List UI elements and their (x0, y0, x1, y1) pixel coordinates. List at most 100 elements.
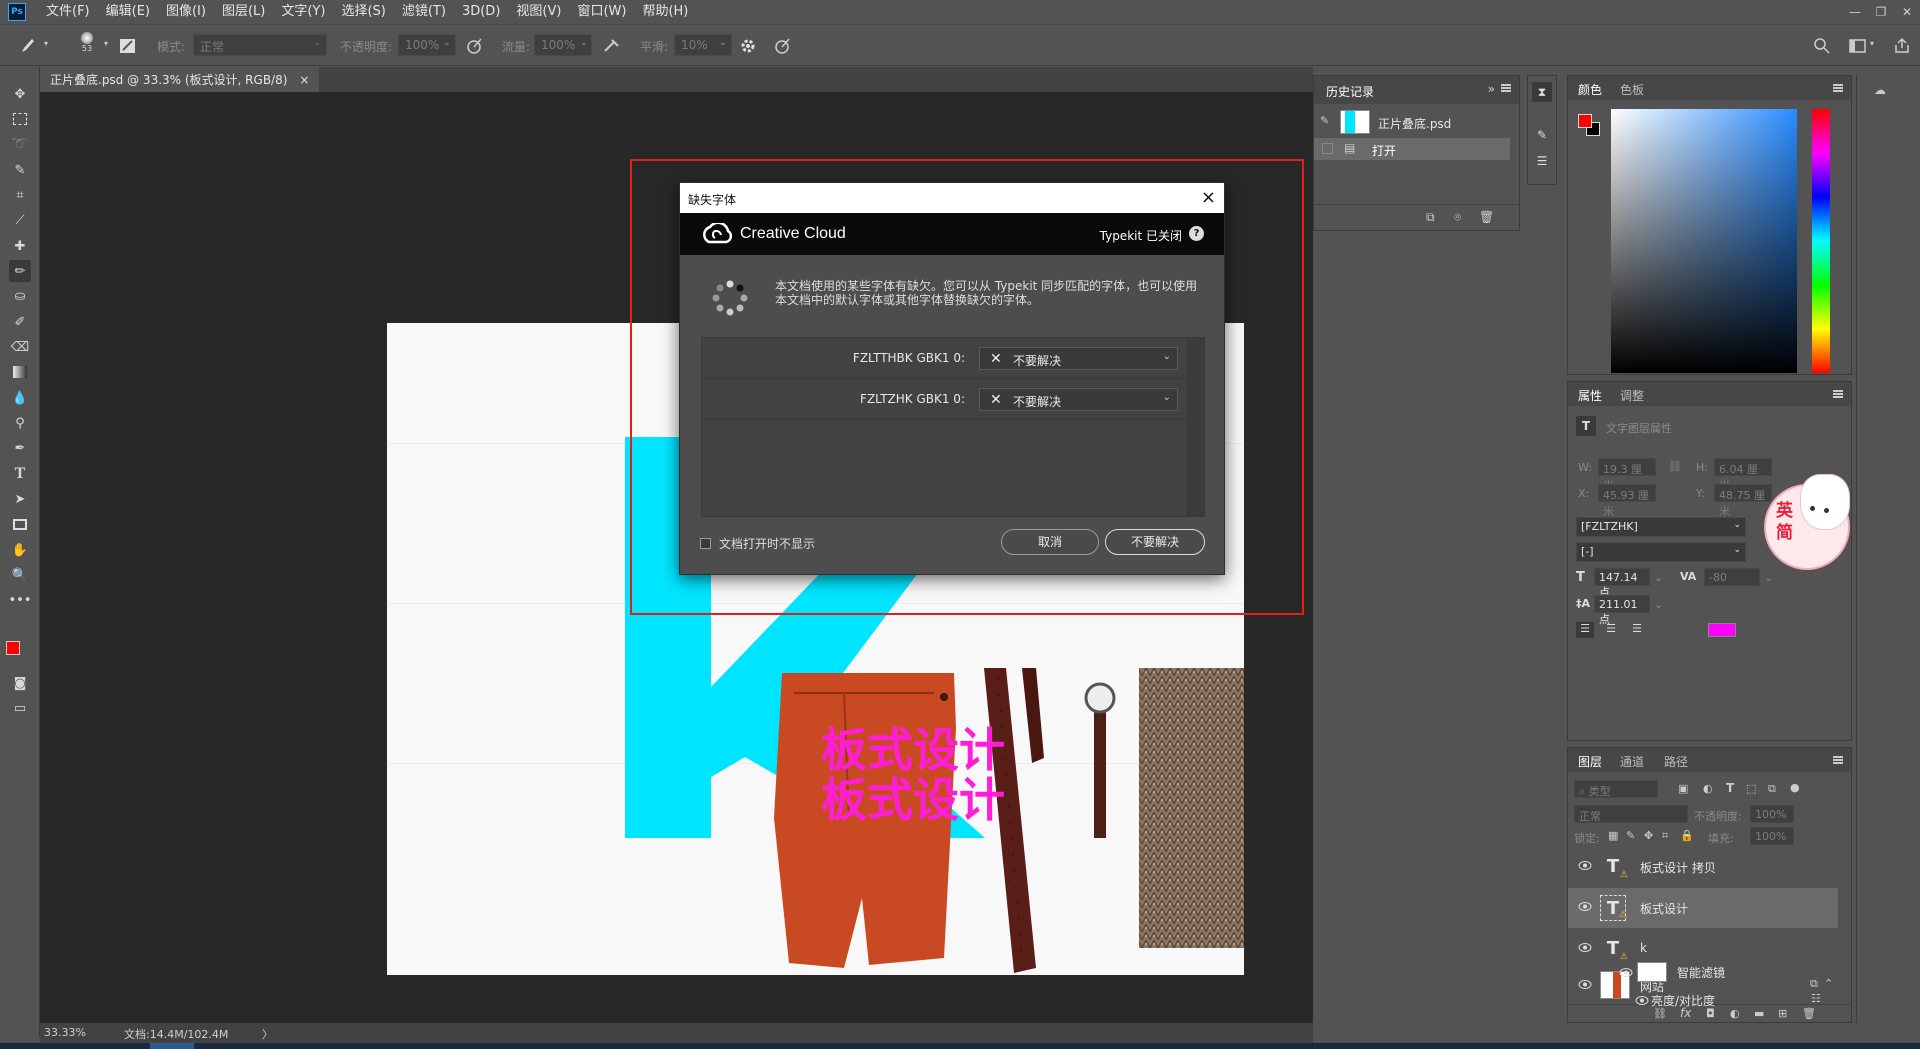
close-icon[interactable]: × (299, 73, 309, 87)
type-tool-icon[interactable]: T (9, 463, 31, 485)
font-resolve-select[interactable]: ✕ 不要解决 ⌄ (979, 388, 1178, 411)
checkbox[interactable] (1322, 143, 1333, 154)
close-icon[interactable]: ✕ (1894, 5, 1920, 19)
leading-input[interactable]: 211.01 点 (1594, 595, 1650, 626)
hue-slider[interactable] (1812, 109, 1830, 373)
camera-icon[interactable]: ⌾ (1454, 210, 1461, 225)
font-size-input[interactable]: 147.14 点 (1594, 568, 1650, 599)
more-tools-icon[interactable]: ••• (9, 589, 32, 611)
history-snapshot[interactable]: ✎ 正片叠底.psd (1314, 108, 1519, 136)
align-center-icon[interactable]: ☰ (1602, 622, 1620, 638)
menu-layer[interactable]: 图层(L) (214, 0, 273, 24)
eye-icon[interactable] (1578, 861, 1592, 870)
dont-resolve-button[interactable]: 不要解决 (1105, 529, 1205, 555)
crop-tool-icon[interactable]: ⌗ (9, 184, 31, 206)
pressure-size-icon[interactable] (773, 36, 793, 56)
airbrush-icon[interactable] (602, 36, 622, 56)
blur-tool-icon[interactable]: 💧 (9, 387, 31, 409)
pen-tool-icon[interactable]: ✒ (9, 437, 31, 459)
chevron-down-icon[interactable]: ▾ (104, 39, 108, 48)
eyedropper-tool-icon[interactable]: ⟋ (9, 209, 31, 231)
brush-preset-picker[interactable]: 53 (74, 32, 100, 58)
filter-row[interactable]: 亮度/对比度 ☷ (1567, 990, 1837, 1010)
panel-menu-icon[interactable] (1501, 84, 1511, 92)
gradient-tool-icon[interactable] (9, 361, 31, 383)
trash-icon[interactable]: 🗑 (1479, 210, 1494, 224)
smart-filter-row[interactable]: 智能滤镜 (1567, 960, 1837, 984)
eye-icon[interactable] (1578, 943, 1592, 952)
minimize-icon[interactable]: — (1842, 5, 1868, 19)
tab-history[interactable]: 历史记录 (1324, 83, 1376, 100)
tracking-input[interactable]: -80 (1704, 568, 1760, 586)
blend-mode-select[interactable]: 正常 (1574, 805, 1688, 823)
history-brush-source-icon[interactable]: ✎ (1320, 114, 1329, 127)
brush-tool-icon[interactable] (18, 36, 38, 56)
filter-toggle-icon[interactable]: ● (1790, 781, 1800, 794)
chevron-down-icon[interactable]: ⌄ (719, 38, 727, 48)
layer-row[interactable]: T ⚠ 板式设计 (1568, 888, 1838, 928)
lock-transparent-icon[interactable]: ▦ (1608, 829, 1618, 842)
link-icon[interactable]: ⛓ (1668, 460, 1682, 473)
collapse-icon[interactable]: » (1488, 82, 1495, 96)
chevron-down-icon[interactable]: ⌄ (1654, 598, 1663, 611)
move-tool-icon[interactable]: ✥ (9, 83, 31, 105)
marquee-tool-icon[interactable] (9, 108, 31, 130)
menu-help[interactable]: 帮助(H) (634, 0, 696, 24)
menu-type[interactable]: 文字(Y) (273, 0, 333, 24)
eye-icon[interactable] (1578, 902, 1592, 911)
text-color-swatch[interactable] (1708, 623, 1736, 637)
tab-adjustments[interactable]: 调整 (1620, 387, 1644, 404)
color-picker-field[interactable] (1611, 109, 1797, 373)
zoom-tool-icon[interactable]: 🔍 (9, 564, 31, 586)
history-panel-icon[interactable]: ⧗ (1532, 82, 1552, 102)
screen-mode-icon[interactable]: ▭ (9, 697, 31, 719)
document-tab[interactable]: 正片叠底.psd @ 33.3% (板式设计, RGB/8) × (40, 67, 320, 92)
panel-menu-icon[interactable] (1833, 756, 1843, 764)
dodge-tool-icon[interactable]: ⚲ (9, 412, 31, 434)
chevron-down-icon[interactable]: ▾ (1870, 39, 1874, 48)
search-icon[interactable] (1812, 36, 1832, 56)
path-select-tool-icon[interactable]: ➤ (9, 488, 31, 510)
layer-row[interactable]: T ⚠ 板式设计 拷贝 (1568, 847, 1838, 887)
zoom-level[interactable]: 33.33% (44, 1026, 86, 1039)
menu-filter[interactable]: 滤镜(T) (394, 0, 454, 24)
panel-menu-icon[interactable] (1833, 390, 1843, 398)
gear-icon[interactable] (738, 36, 758, 56)
chevron-down-icon[interactable]: ⌄ (580, 38, 588, 48)
font-style-select[interactable]: [-] ⌄ (1576, 542, 1746, 562)
lock-artboard-icon[interactable]: ⌗ (1662, 829, 1668, 843)
status-menu-arrow[interactable]: 〉 (262, 1026, 273, 1042)
foreground-color-swatch[interactable] (6, 641, 20, 655)
shape-tool-icon[interactable] (9, 513, 31, 535)
scrollbar[interactable] (1187, 338, 1204, 516)
layer-filter-select[interactable]: ⌕ 类型 (1574, 780, 1658, 798)
pressure-opacity-icon[interactable] (465, 36, 485, 56)
menu-edit[interactable]: 编辑(E) (98, 0, 158, 24)
foreground-color-swatch[interactable] (1578, 114, 1592, 128)
workspace-icon[interactable] (1848, 36, 1868, 56)
ime-status-widget[interactable]: 英 简 (1764, 464, 1850, 584)
hand-tool-icon[interactable]: ✋ (9, 539, 31, 561)
menu-file[interactable]: 文件(F) (38, 0, 98, 24)
checkbox[interactable] (700, 538, 711, 549)
lasso-tool-icon[interactable]: ➰ (9, 133, 31, 155)
filter-type-icon[interactable]: T (1726, 781, 1734, 795)
menu-window[interactable]: 窗口(W) (569, 0, 634, 24)
eye-icon[interactable] (1635, 996, 1649, 1005)
eye-icon[interactable] (1619, 968, 1633, 977)
x-input[interactable]: 45.93 厘米 (1598, 484, 1656, 518)
filter-shape-icon[interactable]: ⬚ (1746, 782, 1756, 795)
dont-show-checkbox[interactable]: 文档打开时不显示 (700, 535, 815, 552)
filter-pixel-icon[interactable]: ▣ (1678, 782, 1688, 795)
history-item[interactable]: ▤ 打开 (1314, 138, 1510, 160)
history-brush-tool-icon[interactable]: ✐ (9, 311, 31, 333)
menu-3d[interactable]: 3D(D) (454, 0, 508, 24)
eraser-tool-icon[interactable]: ⌫ (9, 336, 31, 358)
align-left-icon[interactable]: ☰ (1576, 622, 1594, 638)
healing-tool-icon[interactable]: ✚ (9, 235, 31, 257)
filter-options-icon[interactable]: ☷ (1811, 992, 1821, 1005)
brush-tool-icon[interactable]: ✏ (9, 260, 31, 282)
libraries-icon[interactable]: ☁ (1863, 83, 1897, 103)
tab-paths[interactable]: 路径 (1664, 753, 1688, 770)
adjustments-panel-icon[interactable]: ☰ (1532, 154, 1552, 174)
